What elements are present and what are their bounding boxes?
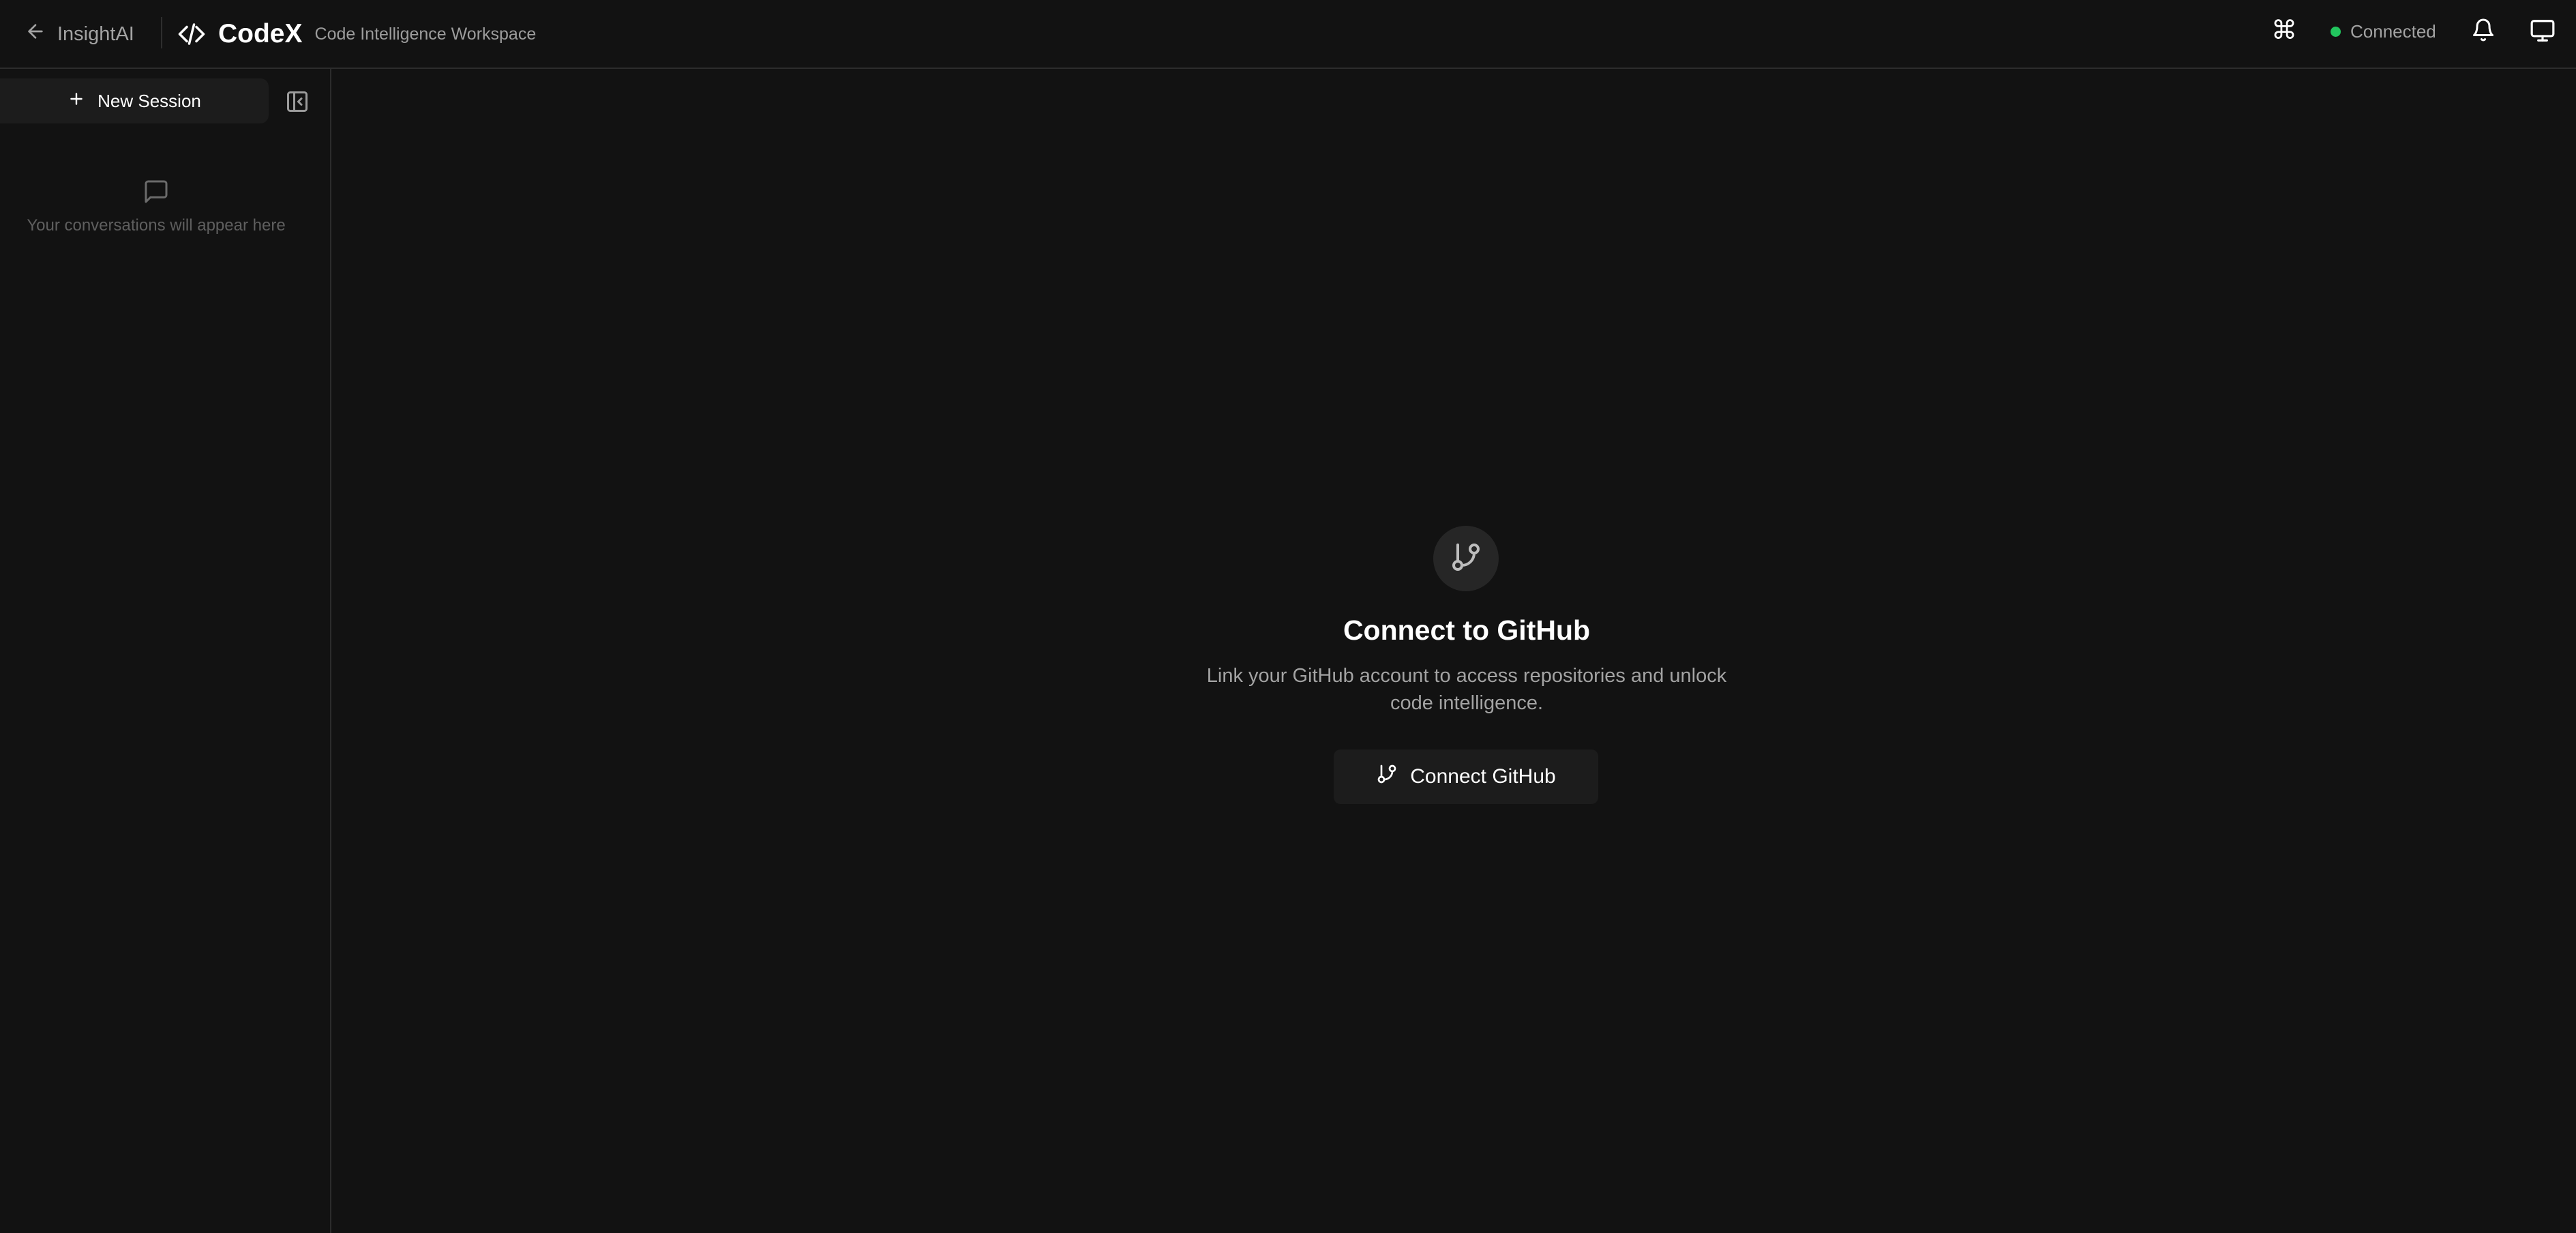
git-branch-icon (1450, 541, 1482, 577)
back-to-insightai-link[interactable]: InsightAI (25, 15, 134, 53)
header-divider (161, 17, 162, 48)
git-branch-badge (1433, 526, 1499, 591)
conversations-empty-state: Your conversations will appear here (0, 178, 312, 235)
monitor-icon[interactable] (2530, 18, 2556, 44)
brand-title: CodeX (218, 19, 303, 48)
connection-status: Connected (2331, 18, 2436, 45)
main-content: Connect to GitHub Link your GitHub accou… (333, 70, 2576, 1233)
new-session-button[interactable]: New Session (0, 78, 269, 123)
chat-bubble-icon (0, 178, 312, 205)
connect-github-description: Link your GitHub account to access repos… (1206, 665, 1727, 714)
connect-github-button[interactable]: Connect GitHub (1334, 749, 1598, 804)
sidebar: New Session Your conversations will appe… (0, 69, 331, 1233)
new-session-label: New Session (98, 90, 201, 111)
back-link-label: InsightAI (57, 23, 134, 45)
sidebar-collapse-icon[interactable] (285, 89, 310, 114)
connect-github-title: Connect to GitHub (1343, 614, 1591, 646)
status-label: Connected (2350, 20, 2436, 42)
command-icon[interactable]: ⌘ (2271, 15, 2298, 46)
arrow-left-icon (25, 20, 46, 48)
bell-icon[interactable] (2471, 18, 2496, 42)
connect-github-button-label: Connect GitHub (1410, 765, 1556, 788)
brand: CodeX Code Intelligence Workspace (177, 14, 536, 55)
git-branch-icon (1376, 763, 1398, 790)
app-header: InsightAI CodeX Code Intelligence Worksp… (0, 0, 2576, 69)
brand-subtitle: Code Intelligence Workspace (314, 24, 537, 44)
empty-conversations-text: Your conversations will appear here (27, 216, 286, 235)
code-icon (177, 20, 206, 48)
status-dot (2331, 26, 2341, 37)
plus-icon (68, 90, 85, 113)
